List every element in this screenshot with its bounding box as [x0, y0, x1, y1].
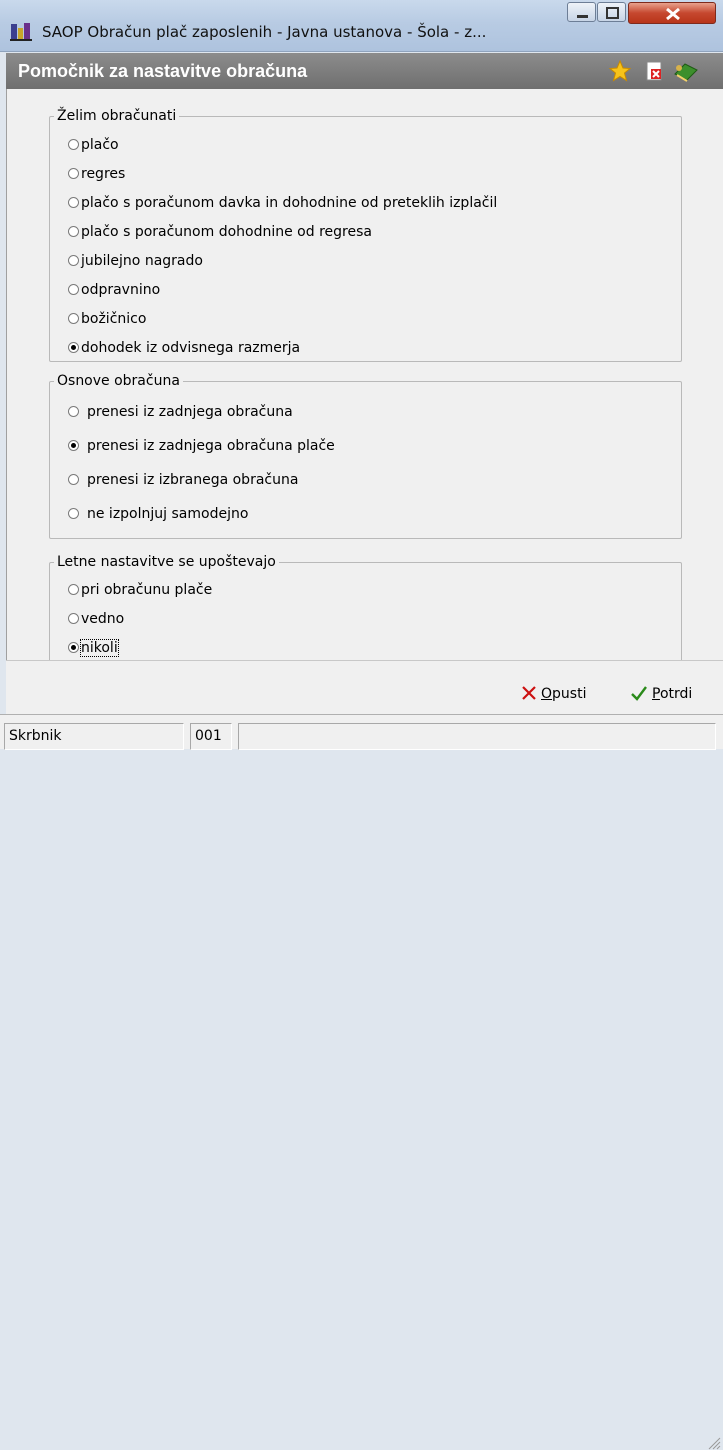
radio-option[interactable]: plačo — [68, 135, 119, 155]
radio-label: vedno — [81, 611, 125, 627]
radio-button[interactable] — [68, 255, 79, 266]
radio-button-checked[interactable] — [68, 342, 79, 353]
radio-button[interactable] — [68, 313, 79, 324]
status-user: Skrbnik — [4, 723, 184, 750]
radio-option[interactable]: plačo s poračunom dohodnine od regresa — [68, 222, 372, 242]
wizard-content: Želim obračunati plačo regres plačo s pora… — [6, 89, 723, 709]
radio-label: nikoli — [80, 639, 119, 657]
radio-option[interactable]: regres — [68, 164, 125, 184]
radio-label: ne izpolnjuj samodejno — [87, 506, 249, 522]
radio-label: regres — [81, 166, 126, 182]
delete-document-icon[interactable] — [643, 60, 665, 82]
radio-option[interactable]: nikoli — [68, 638, 119, 658]
application-window: SAOP Obračun plač zaposlenih - Javna ust… — [0, 0, 723, 1450]
radio-option[interactable]: ne izpolnjuj samodejno — [68, 504, 248, 524]
window-title: SAOP Obračun plač zaposlenih - Javna ust… — [42, 23, 487, 41]
cancel-button[interactable]: Opusti — [521, 685, 586, 703]
radio-label: prenesi iz zadnjega obračuna plače — [87, 438, 335, 454]
confirm-mnemonic: P — [652, 686, 660, 702]
cancel-x-icon — [522, 686, 536, 700]
radio-label: prenesi iz zadnjega obračuna — [87, 404, 293, 420]
radio-button[interactable] — [68, 474, 79, 485]
maximize-button[interactable] — [597, 2, 626, 22]
confirm-label: otrdi — [659, 686, 693, 702]
exit-book-icon[interactable] — [673, 60, 698, 82]
radio-option[interactable]: prenesi iz zadnjega obračuna plače — [68, 436, 335, 456]
radio-button-checked[interactable] — [68, 642, 79, 653]
star-icon[interactable] — [608, 59, 632, 82]
radio-option[interactable]: dohodek iz odvisnega razmerja — [68, 338, 300, 358]
radio-label: dohodek iz odvisnega razmerja — [81, 340, 301, 356]
radio-label: odpravnino — [81, 282, 161, 298]
radio-label: božičnico — [81, 311, 147, 327]
radio-button[interactable] — [68, 584, 79, 595]
cancel-mnemonic: O — [541, 686, 553, 702]
resize-grip-icon[interactable] — [707, 1436, 721, 1450]
group-legend: Želim obračunati — [54, 107, 180, 125]
radio-label: jubilejno nagrado — [81, 253, 203, 269]
radio-label: prenesi iz izbranega obračuna — [87, 472, 299, 488]
group-calculation-type: Želim obračunati plačo regres plačo s pora… — [49, 107, 682, 362]
wizard-footer: Opusti Potrdi — [6, 660, 723, 714]
checkmark-icon — [631, 686, 647, 701]
group-calculation-basis: Osnove obračuna prenesi iz zadnjega obra… — [49, 372, 682, 539]
radio-button[interactable] — [68, 139, 79, 150]
wizard-title: Pomočnik za nastavitve obračuna — [18, 61, 308, 81]
radio-button[interactable] — [68, 197, 79, 208]
app-icon[interactable] — [10, 22, 32, 42]
radio-option[interactable]: plačo s poračunom davka in dohodnine od … — [68, 193, 497, 213]
radio-option[interactable]: prenesi iz zadnjega obračuna — [68, 402, 293, 422]
title-bar[interactable]: SAOP Obračun plač zaposlenih - Javna ust… — [0, 0, 723, 52]
radio-option[interactable]: pri obračunu plače — [68, 580, 212, 600]
radio-option[interactable]: jubilejno nagrado — [68, 251, 203, 271]
confirm-button[interactable]: Potrdi — [630, 685, 692, 703]
cancel-label: pusti — [552, 686, 587, 702]
radio-button[interactable] — [68, 284, 79, 295]
wizard-header: Pomočnik za nastavitve obračuna — [6, 53, 723, 89]
minimize-button[interactable] — [567, 2, 596, 22]
group-legend: Letne nastavitve se upoštevajo — [54, 553, 279, 571]
radio-label: pri obračunu plače — [81, 582, 213, 598]
radio-option[interactable]: vedno — [68, 609, 124, 629]
close-button[interactable] — [628, 2, 716, 24]
radio-button[interactable] — [68, 226, 79, 237]
radio-option[interactable]: odpravnino — [68, 280, 160, 300]
radio-button-checked[interactable] — [68, 440, 79, 451]
radio-label: plačo s poračunom davka in dohodnine od … — [81, 195, 498, 211]
radio-option[interactable]: božičnico — [68, 309, 146, 329]
radio-button[interactable] — [68, 168, 79, 179]
radio-label: plačo s poračunom dohodnine od regresa — [81, 224, 372, 240]
radio-option[interactable]: prenesi iz izbranega obračuna — [68, 470, 298, 490]
radio-button[interactable] — [68, 508, 79, 519]
status-code: 001 — [190, 723, 232, 750]
radio-button[interactable] — [68, 613, 79, 624]
radio-label: plačo — [81, 137, 119, 153]
status-panel-empty — [238, 723, 716, 750]
status-bar: Skrbnik 001 — [0, 714, 723, 1450]
radio-button[interactable] — [68, 406, 79, 417]
group-legend: Osnove obračuna — [54, 372, 183, 390]
